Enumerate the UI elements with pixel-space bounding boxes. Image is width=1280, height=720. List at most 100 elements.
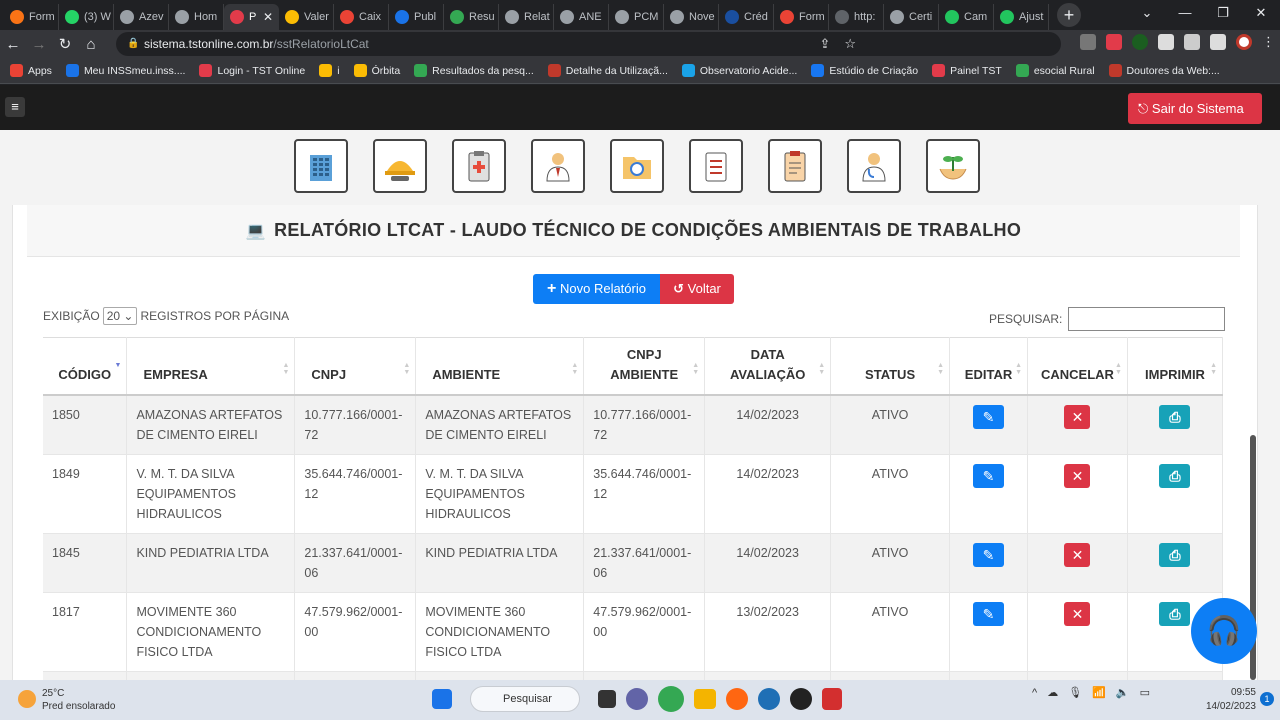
chrome-icon[interactable]	[658, 686, 684, 712]
app-icon[interactable]	[790, 688, 812, 710]
minimize-button[interactable]: —	[1166, 0, 1204, 28]
edit-button[interactable]: ✎	[973, 463, 1005, 488]
extension-icon[interactable]	[1080, 34, 1096, 50]
battery-icon[interactable]: ▭	[1140, 686, 1150, 699]
edit-button[interactable]: ✎	[973, 404, 1005, 429]
puzzle-icon[interactable]	[1184, 34, 1200, 50]
column-header[interactable]: IMPRIMIR ▲ ▼	[1127, 337, 1224, 396]
bookmark-item[interactable]: Painel TST	[932, 64, 1002, 77]
speaker-icon[interactable]: 🔈	[1116, 686, 1130, 699]
bookmark-item[interactable]: esocial Rural	[1015, 64, 1095, 77]
column-header[interactable]: CNPJ ▲ ▼	[294, 337, 417, 396]
column-header[interactable]: AMBIENTE ▲ ▼	[415, 337, 585, 396]
reading-list-icon[interactable]	[1158, 34, 1174, 50]
bookmark-star-icon[interactable]: ☆	[844, 32, 856, 56]
notification-badge[interactable]: 1	[1260, 692, 1274, 706]
browser-tab[interactable]: Form	[4, 3, 59, 30]
close-tab-icon[interactable]: ✕	[263, 10, 273, 24]
print-button[interactable]: ⎙	[1159, 542, 1191, 567]
home-icon[interactable]: ⌂	[78, 36, 104, 53]
browser-tab[interactable]: PCM	[609, 3, 664, 30]
bookmark-item[interactable]: Doutores da Web:...	[1108, 64, 1220, 77]
browser-menu-icon[interactable]: ⋮	[1262, 34, 1275, 50]
back-arrow-icon[interactable]: ←	[0, 36, 26, 53]
cancel-button[interactable]: ✕	[1064, 404, 1091, 429]
column-header[interactable]: STATUS ▲ ▼	[830, 337, 951, 396]
worker-icon[interactable]	[531, 139, 585, 193]
browser-tab[interactable]: Relat	[499, 3, 554, 30]
cloud-icon[interactable]: ☁	[1047, 686, 1058, 699]
print-button[interactable]: ⎙	[1159, 404, 1191, 429]
bookmark-item[interactable]: Detalhe da Utilizaçã...	[547, 64, 668, 77]
new-tab-button[interactable]: +	[1057, 3, 1081, 27]
cancel-button[interactable]: ✕	[1064, 463, 1091, 488]
bookmark-item[interactable]: i	[319, 64, 340, 77]
bookmark-item[interactable]: Meu INSSmeu.inss....	[65, 64, 185, 77]
page-length-select[interactable]: 20 ⌄	[102, 307, 138, 325]
folder-search-icon[interactable]	[610, 139, 664, 193]
teams-icon[interactable]	[626, 688, 648, 710]
wifi-icon[interactable]: 📶	[1092, 686, 1106, 699]
browser-tab[interactable]: P ✕	[224, 3, 279, 30]
bookmark-item[interactable]: Observatorio Acide...	[681, 64, 797, 77]
browser-tab[interactable]: Form	[774, 3, 829, 30]
weather-widget[interactable]: 25°C Pred ensolarado	[18, 687, 115, 713]
column-header[interactable]: DATA AVALIAÇÃO ▲ ▼	[704, 337, 832, 396]
maximize-button[interactable]: ❐	[1204, 0, 1242, 28]
column-header[interactable]: EDITAR ▲ ▼	[949, 337, 1028, 396]
browser-tab[interactable]: Publ	[389, 3, 444, 30]
doctor-icon[interactable]	[847, 139, 901, 193]
edit-button[interactable]: ✎	[973, 542, 1005, 567]
hardhat-icon[interactable]	[373, 139, 427, 193]
extension-icon[interactable]	[1106, 34, 1122, 50]
building-icon[interactable]	[294, 139, 348, 193]
support-chat-icon[interactable]: 🎧	[1191, 598, 1257, 664]
report-clipboard-icon[interactable]	[768, 139, 822, 193]
checklist-icon[interactable]	[689, 139, 743, 193]
print-button[interactable]: ⎙	[1159, 601, 1191, 626]
file-explorer-icon[interactable]	[694, 689, 716, 709]
taskbar-search[interactable]: Pesquisar	[470, 686, 580, 712]
browser-tab[interactable]: Nove	[664, 3, 719, 30]
column-header[interactable]: CANCELAR ▲ ▼	[1027, 337, 1128, 396]
share-icon[interactable]: ⇪	[819, 32, 830, 56]
new-report-button[interactable]: + Novo Relatório	[533, 274, 660, 304]
browser-tab[interactable]: Créd	[719, 3, 774, 30]
sidebar-icon[interactable]	[1210, 34, 1226, 50]
browser-tab[interactable]: Valer	[279, 3, 334, 30]
browser-tab[interactable]: Azev	[114, 3, 169, 30]
browser-tab[interactable]: Hom	[169, 3, 224, 30]
microphone-icon[interactable]: 🎙	[1068, 686, 1082, 699]
cancel-button[interactable]: ✕	[1064, 542, 1091, 567]
bookmark-item[interactable]: Estúdio de Criação	[811, 64, 918, 77]
browser-tab[interactable]: Certi	[884, 3, 939, 30]
browser-tab[interactable]: ANE	[554, 3, 609, 30]
bookmark-item[interactable]: Login - TST Online	[199, 64, 305, 77]
chevron-up-icon[interactable]: ^	[1032, 687, 1037, 699]
bookmark-item[interactable]: Apps	[10, 64, 52, 77]
browser-tab[interactable]: Cam	[939, 3, 994, 30]
plant-hands-icon[interactable]	[926, 139, 980, 193]
logout-button[interactable]: ⎋ Sair do Sistema	[1128, 93, 1262, 124]
firefox-icon[interactable]	[726, 688, 748, 710]
browser-tab[interactable]: (3) W	[59, 3, 114, 30]
bookmark-item[interactable]: Órbita	[353, 64, 400, 77]
reload-icon[interactable]: ↻	[52, 35, 78, 53]
edit-button[interactable]: ✎	[973, 601, 1005, 626]
windows-start-icon[interactable]	[432, 689, 452, 709]
cancel-button[interactable]: ✕	[1064, 601, 1091, 626]
column-header[interactable]: CNPJ AMBIENTE ▲ ▼	[583, 337, 706, 396]
browser-tab[interactable]: Resu	[444, 3, 499, 30]
browser-tab[interactable]: Ajust	[994, 3, 1049, 30]
search-input[interactable]	[1068, 307, 1226, 331]
profile-avatar[interactable]	[1236, 34, 1252, 50]
close-window-button[interactable]: ✕	[1242, 0, 1280, 28]
medical-clipboard-icon[interactable]	[452, 139, 506, 193]
extension-icon[interactable]	[1132, 34, 1148, 50]
pdf-reader-icon[interactable]	[822, 688, 842, 710]
taskbar-clock[interactable]: 09:55 14/02/2023	[1206, 686, 1256, 714]
print-button[interactable]: ⎙	[1159, 463, 1191, 488]
browser-tab[interactable]: http:	[829, 3, 884, 30]
browser-tab[interactable]: Caix	[334, 3, 389, 30]
url-field[interactable]: 🔒 sistema.tstonline.com.br/sstRelatorioL…	[116, 32, 1061, 56]
